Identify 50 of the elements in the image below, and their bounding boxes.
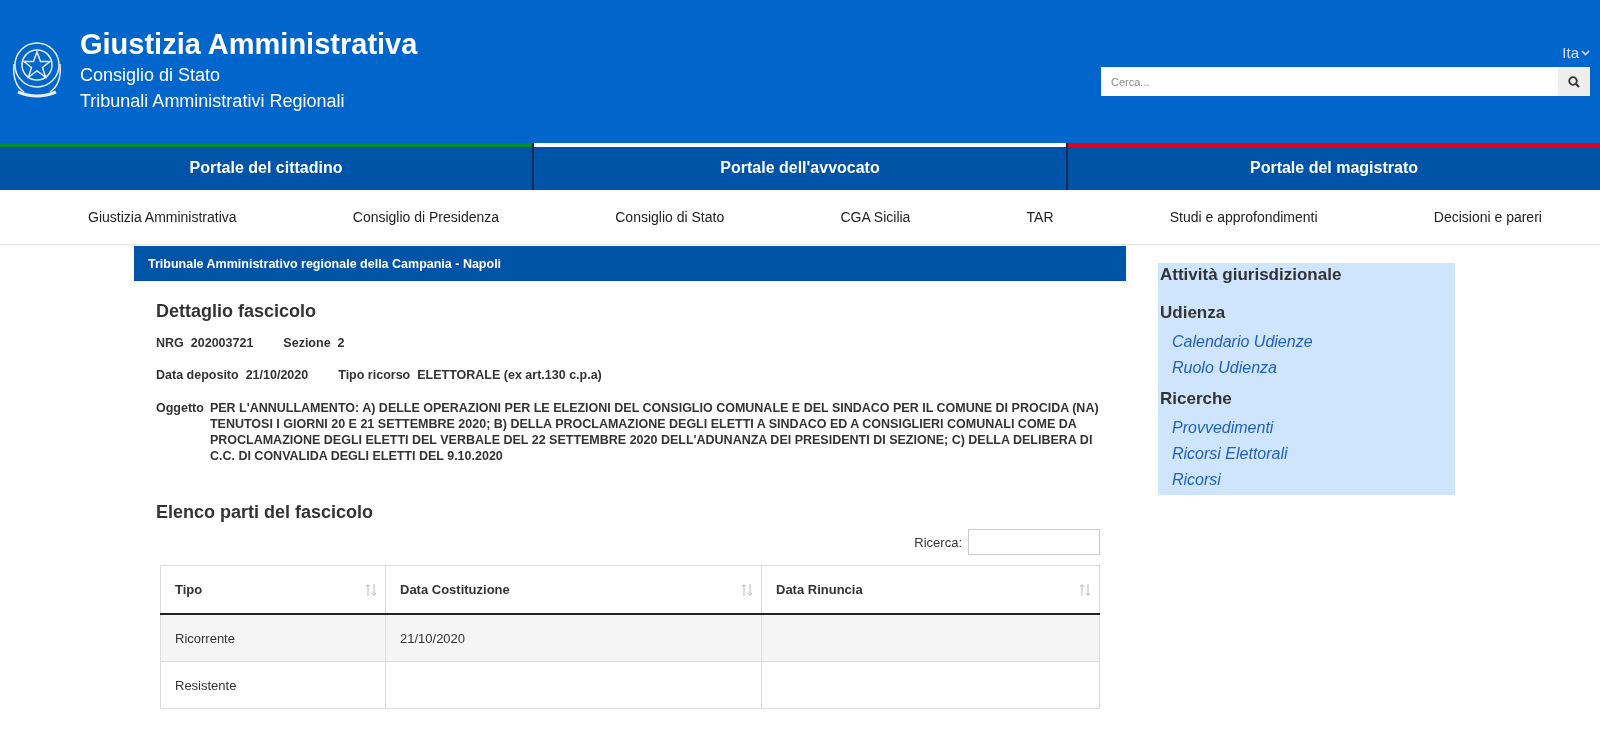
sort-icon bbox=[741, 582, 753, 597]
field-label: Sezione bbox=[283, 336, 331, 350]
sort-icon bbox=[365, 582, 377, 597]
nav-link[interactable]: Decisioni e pareri bbox=[1433, 209, 1542, 225]
nav-link[interactable]: TAR bbox=[1026, 209, 1054, 225]
sidebar-heading: Ricerche bbox=[1159, 388, 1233, 410]
table-cell: Ricorrente bbox=[175, 630, 235, 646]
field-label: Oggetto bbox=[156, 400, 204, 417]
nav-link[interactable]: Studi e approfondimenti bbox=[1169, 209, 1318, 225]
search-field[interactable]: Cerca... bbox=[1101, 67, 1558, 96]
search-field[interactable] bbox=[968, 529, 1100, 555]
field-label: Data deposito bbox=[156, 368, 239, 382]
court-banner: Tribunale Amministrativo regionale della Campania - Napoli bbox=[134, 246, 1126, 281]
column-title: Data Costituzione bbox=[400, 582, 510, 597]
site-title: Giustizia Amministrativa bbox=[80, 27, 418, 62]
field-value: 2 bbox=[337, 336, 345, 350]
sidebar-link[interactable]: Ruolo Udienza bbox=[1158, 355, 1455, 381]
search-button[interactable] bbox=[1558, 67, 1590, 96]
portal-tab[interactable]: Portale dell'avvocato bbox=[534, 147, 1066, 190]
table-cell: Resistente bbox=[175, 677, 237, 693]
section-heading: Dettaglio fascicolo bbox=[156, 301, 318, 322]
sidebar-link[interactable]: Ricorsi bbox=[1158, 467, 1455, 493]
search-icon bbox=[1568, 75, 1580, 88]
field-value: PER L'ANNULLAMENTO: A) DELLE OPERAZIONI PER LE ELEZIONI DEL CONSIGLIO COMUNALE E DEL SINDACO PER IL COMUNE DI PROCIDA (NA) TENUTOSI I GIORNI 20 E 21 SETTEMBRE 2020; B) DELLA PROCLAMAZIONE DEGLI ELETTI A SINDACO ED A CONSIGLIERI COMUNALI COME DA PROCLAMAZIONE DEGLI ELETTI DEL VERBALE DEL 22 SETTEMBRE 2020 DELL'ADUNANZA DEI PRESIDENTI DI SEZIONE; C) DELLA DELIBERA DI C.C. DI CONVALIDA DEGLI ELETTI DEL 9.10.2020 bbox=[209, 400, 1100, 464]
field-label: NRG bbox=[156, 336, 184, 350]
nav-link[interactable]: Consiglio di Presidenza bbox=[352, 209, 500, 225]
sidebar-link[interactable]: Provvedimenti bbox=[1158, 415, 1455, 441]
column-title: Data Rinuncia bbox=[776, 582, 863, 597]
nav-link[interactable]: Consiglio di Stato bbox=[615, 209, 725, 225]
field-label: Tipo ricorso bbox=[338, 368, 411, 382]
sort-icon bbox=[1079, 582, 1091, 597]
sidebar-link[interactable]: Calendario Udienze bbox=[1158, 329, 1455, 355]
sidebar-heading: Udienza bbox=[1159, 302, 1227, 324]
portal-tab[interactable]: Portale del magistrato bbox=[1068, 147, 1600, 190]
nav-link[interactable]: CGA Sicilia bbox=[840, 209, 911, 225]
chevron-down-icon bbox=[1581, 49, 1590, 56]
search-label: Ricerca: bbox=[914, 534, 962, 550]
site-subtitle: Tribunali Amministrativi Regionali bbox=[80, 90, 346, 113]
sidebar-title: Attività giurisdizionale bbox=[1159, 265, 1343, 286]
site-subtitle: Consiglio di Stato bbox=[80, 64, 222, 87]
language-selector[interactable]: Ita bbox=[1562, 44, 1590, 61]
sidebar-link[interactable]: Ricorsi Elettorali bbox=[1158, 441, 1455, 467]
field-value: ELETTORALE (ex art.130 c.p.a) bbox=[417, 368, 602, 382]
column-title: Tipo bbox=[175, 582, 203, 597]
field-value: 202003721 bbox=[190, 336, 254, 350]
nav-link[interactable]: Giustizia Amministrativa bbox=[88, 209, 237, 225]
field-value: 21/10/2020 bbox=[245, 368, 309, 382]
table-cell: 21/10/2020 bbox=[400, 630, 466, 646]
section-heading: Elenco parti del fascicolo bbox=[156, 502, 375, 523]
portal-tab[interactable]: Portale del cittadino bbox=[0, 147, 532, 190]
